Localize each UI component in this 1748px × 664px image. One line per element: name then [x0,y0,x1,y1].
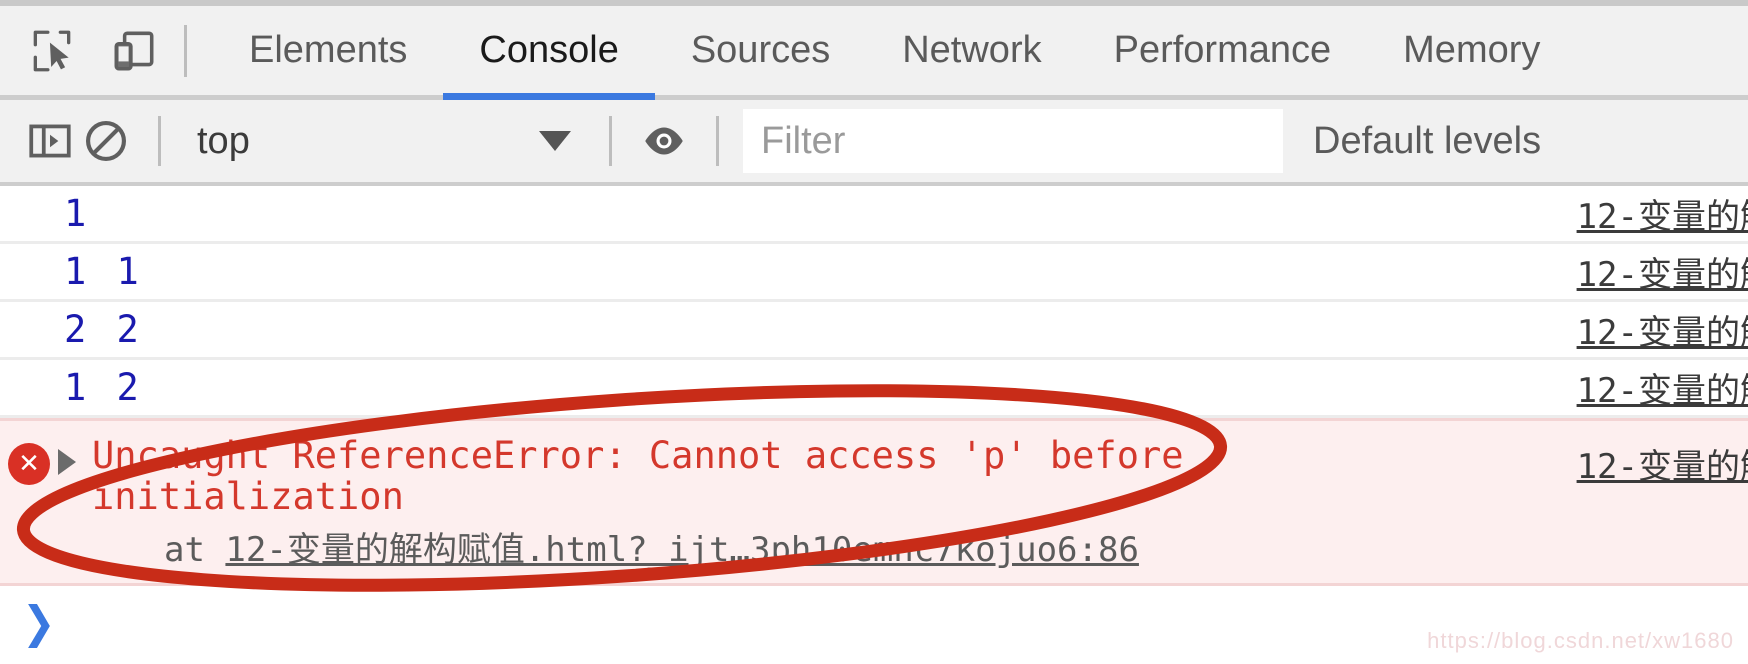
expand-triangle-icon[interactable] [58,449,76,475]
devtools-window: Elements Console Sources Network Perform… [0,0,1748,664]
filter-input[interactable] [743,109,1283,173]
log-source-link[interactable]: 12-变量的解构 [1577,363,1748,412]
tab-network[interactable]: Network [866,6,1077,95]
error-circle-icon: ✕ [8,443,50,485]
console-row[interactable]: 1 2 12-变量的解构 [0,360,1748,418]
devtools-tabbar: Elements Console Sources Network Perform… [0,6,1748,100]
chevron-down-icon [539,131,571,151]
console-row[interactable]: 1 1 12-变量的解构 [0,244,1748,302]
tab-memory[interactable]: Memory [1367,6,1576,95]
toolbar-divider-3 [716,116,719,166]
inspect-element-icon[interactable] [24,23,80,79]
log-value: 1 1 [64,250,143,293]
execution-context-select[interactable]: top [185,110,585,172]
live-expression-eye-icon[interactable] [636,113,692,169]
tab-performance-label: Performance [1113,29,1332,71]
clear-console-icon[interactable] [78,113,134,169]
log-value: 1 [64,192,91,235]
device-toolbar-icon[interactable] [106,23,162,79]
show-console-sidebar-icon[interactable] [22,113,78,169]
tab-elements-label: Elements [249,29,408,71]
tab-network-label: Network [902,29,1042,71]
tab-list: Elements Console Sources Network Perform… [213,6,1576,100]
error-source-link[interactable]: 12-变量的解构 [1577,421,1748,583]
console-toolbar: top Default levels [0,100,1748,186]
prompt-chevron-icon: ❯ [22,597,56,649]
log-source-link[interactable]: 12-变量的解构 [1577,247,1748,296]
watermark: https://blog.csdn.net/xw1680 [1427,628,1734,653]
toolbar-divider-1 [158,116,161,166]
error-stack-link[interactable]: 12-变量的解构赋值.html?_ijt…3ph10emnc7kojuo6:86 [225,530,1139,570]
tab-elements[interactable]: Elements [213,6,443,95]
tab-console-label: Console [479,29,619,71]
toolbar-divider-2 [609,116,612,166]
error-message: Uncaught ReferenceError: Cannot access '… [92,434,1184,519]
error-stack-prefix: at [164,529,226,570]
log-value: 1 2 [64,366,143,409]
log-source-link[interactable]: 12-变量的解构 [1577,189,1748,238]
tabbar-divider [184,24,187,77]
console-row[interactable]: 1 12-变量的解构 [0,186,1748,244]
log-value: 2 2 [64,308,143,351]
error-stack-line[interactable]: at 12-变量的解构赋值.html?_ijt…3ph10emnc7kojuo6… [64,518,1214,571]
log-levels-dropdown[interactable]: Default levels [1313,120,1541,163]
error-content: ✕ Uncaught ReferenceError: Cannot access… [8,421,1214,583]
console-error-row[interactable]: ✕ Uncaught ReferenceError: Cannot access… [0,418,1748,586]
tab-memory-label: Memory [1403,29,1541,71]
tab-console[interactable]: Console [443,6,656,100]
console-output: 1 12-变量的解构 1 1 12-变量的解构 2 2 12-变量的解构 1 2… [0,186,1748,660]
console-row[interactable]: 2 2 12-变量的解构 [0,302,1748,360]
tab-performance[interactable]: Performance [1078,6,1368,95]
tabbar-tool-icons [0,23,162,79]
execution-context-value: top [197,119,250,162]
log-source-link[interactable]: 12-变量的解构 [1577,305,1748,354]
tab-sources-label: Sources [690,29,831,71]
tab-sources[interactable]: Sources [655,6,866,95]
